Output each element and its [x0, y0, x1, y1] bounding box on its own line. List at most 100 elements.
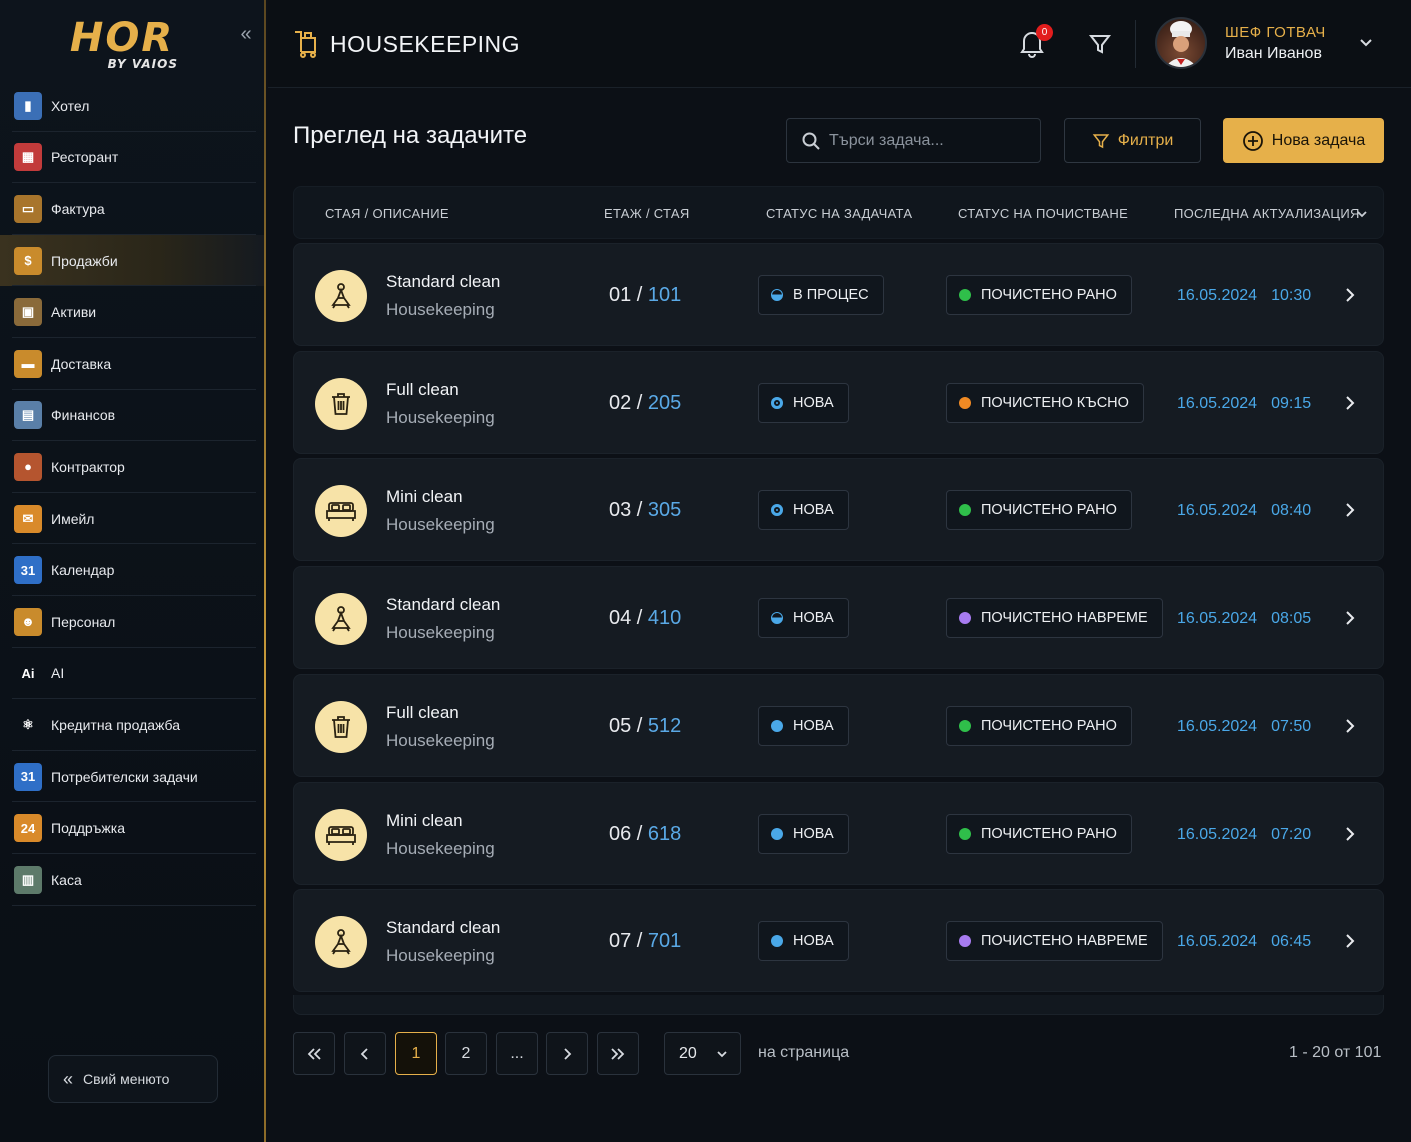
- page-1-button[interactable]: 1: [395, 1032, 437, 1075]
- chevron-down-icon[interactable]: [1358, 34, 1374, 50]
- sidebar-item-label: Кредитна продажба: [51, 716, 181, 733]
- table-row[interactable]: Full clean Housekeeping 02 / 205 НОВА ПОЧИСТ…: [293, 350, 1384, 454]
- update-date: 16.05.2024: [1177, 394, 1258, 412]
- sidebar-divider: [12, 904, 256, 906]
- search-icon: [802, 132, 820, 150]
- hotel-icon: ▮: [14, 91, 42, 120]
- sidebar-item[interactable]: ● Контрактор: [0, 441, 264, 493]
- table-row[interactable]: Standard clean Housekeeping 07 / 701 НОВА ПО…: [293, 889, 1384, 993]
- sidebar-item-label: Персонал: [51, 613, 116, 630]
- sidebar-item[interactable]: ▣ Активи: [0, 286, 264, 338]
- floor-number: 03: [609, 499, 632, 522]
- status-dot: [771, 504, 783, 517]
- collapse-menu-button[interactable]: « Свий менюто: [48, 1055, 218, 1103]
- filter-funnel-icon[interactable]: [1088, 32, 1112, 56]
- sidebar-item[interactable]: 31 Потребителски задачи: [0, 751, 264, 803]
- last-page-button[interactable]: [597, 1032, 639, 1075]
- sidebar-item[interactable]: ⚛ Кредитна продажба: [0, 699, 264, 751]
- chevron-right-icon[interactable]: [1342, 932, 1358, 950]
- task-title: Standard clean: [386, 918, 501, 938]
- status-dot: [959, 612, 971, 625]
- chef-avatar-icon: [1165, 21, 1197, 67]
- chevron-right-icon[interactable]: [1342, 609, 1358, 627]
- sidebar-item[interactable]: ☻ Персонал: [0, 596, 264, 648]
- task-title: Mini clean: [386, 487, 463, 507]
- table-row[interactable]: Mini clean Housekeeping 06 / 618 НОВА ПОЧИСТ…: [293, 781, 1384, 885]
- sidebar-item[interactable]: 31 Календар: [0, 544, 264, 596]
- support-24-icon: 24: [14, 814, 42, 843]
- sidebar-item[interactable]: ▥ Каса: [0, 854, 264, 906]
- room-number: 101: [647, 284, 682, 306]
- contractor-icon: ●: [14, 452, 42, 481]
- trash-bin-icon: [315, 700, 367, 753]
- update-date: 16.05.2024: [1177, 825, 1258, 843]
- last-update: 16.05.2024 07:20: [1177, 826, 1311, 844]
- table-row[interactable]: Full clean Housekeeping 05 / 512 НОВА ПОЧИСТ…: [293, 673, 1384, 777]
- sidebar-item[interactable]: ▬ Доставка: [0, 338, 264, 390]
- room-number: 701: [647, 930, 682, 953]
- cleaning-person-icon: [315, 593, 367, 646]
- table-row[interactable]: Standard clean Housekeeping 04 / 410 НОВА ПО…: [293, 566, 1384, 670]
- task-status-label: НОВА: [793, 933, 834, 950]
- cleaning-status-label: ПОЧИСТЕНО РАНО: [981, 287, 1117, 303]
- task-department: Housekeeping: [386, 300, 495, 319]
- column-floor-room[interactable]: ЕТАЖ / СТАЯ: [604, 206, 690, 221]
- status-dot: [959, 504, 971, 517]
- sort-chevron-down-icon[interactable]: [1356, 208, 1368, 220]
- housekeeping-cart-icon: [295, 31, 316, 58]
- table-row[interactable]: Mini clean Housekeeping 03 / 305 НОВА ПОЧИСТ…: [293, 458, 1384, 562]
- update-date: 16.05.2024: [1177, 717, 1258, 735]
- sidebar-item[interactable]: ▭ Фактура: [0, 183, 264, 235]
- update-time: 06:45: [1271, 933, 1312, 951]
- update-time: 07:20: [1271, 825, 1312, 843]
- chevron-right-icon[interactable]: [1342, 825, 1358, 843]
- chevron-right-icon[interactable]: [1342, 501, 1358, 519]
- update-date: 16.05.2024: [1177, 610, 1258, 628]
- sidebar-item[interactable]: ▤ Финансов: [0, 390, 264, 442]
- sidebar-item[interactable]: ✉ Имейл: [0, 493, 264, 545]
- new-task-button[interactable]: Нова задача: [1223, 118, 1384, 163]
- task-title: Standard clean: [386, 595, 501, 615]
- sidebar-item[interactable]: 24 Поддръжка: [0, 802, 264, 854]
- sidebar-item[interactable]: ▦ Ресторант: [0, 132, 264, 184]
- status-dot: [771, 719, 783, 732]
- task-status-label: НОВА: [793, 394, 834, 411]
- task-status-badge: НОВА: [758, 705, 849, 746]
- chevron-right-icon[interactable]: [1342, 286, 1358, 304]
- floor-room: 07 / 701: [609, 930, 682, 953]
- last-update: 16.05.2024 08:40: [1177, 502, 1311, 520]
- prev-page-button[interactable]: [344, 1032, 386, 1075]
- column-task-status[interactable]: СТАТУС НА ЗАДАЧАТА: [766, 206, 912, 221]
- search-input[interactable]: Търси задача...: [786, 118, 1041, 163]
- column-cleaning-status[interactable]: СТАТУС НА ПОЧИСТВАНЕ: [958, 206, 1128, 221]
- sidebar-item-label: Финансов: [51, 407, 116, 424]
- sidebar-item[interactable]: Ai AI: [0, 648, 264, 700]
- cleaning-status-badge: ПОЧИСТЕНО КЪСНО: [946, 382, 1144, 423]
- calendar-icon: 31: [14, 556, 42, 585]
- column-last-update[interactable]: ПОСЛЕДНА АКТУАЛИЗАЦИЯ: [1174, 206, 1360, 221]
- collapse-sidebar-icon[interactable]: «: [236, 24, 256, 44]
- room-number: 618: [647, 822, 682, 845]
- chevron-right-icon[interactable]: [1342, 394, 1358, 412]
- floor-room: 02 / 205: [609, 391, 682, 414]
- floor-room: 03 / 305: [609, 499, 682, 522]
- sidebar-item[interactable]: ▮ Хотел: [0, 80, 264, 132]
- sidebar-item[interactable]: $ Продажби: [0, 234, 264, 287]
- hor-logo[interactable]: HOR BY VAIOS: [60, 18, 184, 72]
- filters-label: Филтри: [1117, 131, 1174, 149]
- column-room-description[interactable]: СТАЯ / ОПИСАНИЕ: [325, 206, 449, 221]
- filters-button[interactable]: Филтри: [1064, 118, 1201, 163]
- next-page-button[interactable]: [546, 1032, 588, 1075]
- page-title: Преглед на задачите: [293, 122, 528, 149]
- task-department: Housekeeping: [386, 623, 495, 643]
- chevron-right-icon[interactable]: [1342, 717, 1358, 735]
- bed-icon: [315, 808, 367, 861]
- first-page-button[interactable]: [293, 1032, 335, 1075]
- floor-number: 05: [609, 714, 632, 737]
- floor-room: 06 / 618: [609, 822, 682, 845]
- page-2-button[interactable]: 2: [445, 1032, 487, 1075]
- per-page-select[interactable]: 20: [664, 1032, 741, 1075]
- task-status-label: НОВА: [793, 825, 834, 842]
- table-row[interactable]: Standard clean Housekeeping 01 / 101 В ПРОЦ…: [293, 243, 1384, 346]
- user-avatar[interactable]: [1155, 17, 1207, 69]
